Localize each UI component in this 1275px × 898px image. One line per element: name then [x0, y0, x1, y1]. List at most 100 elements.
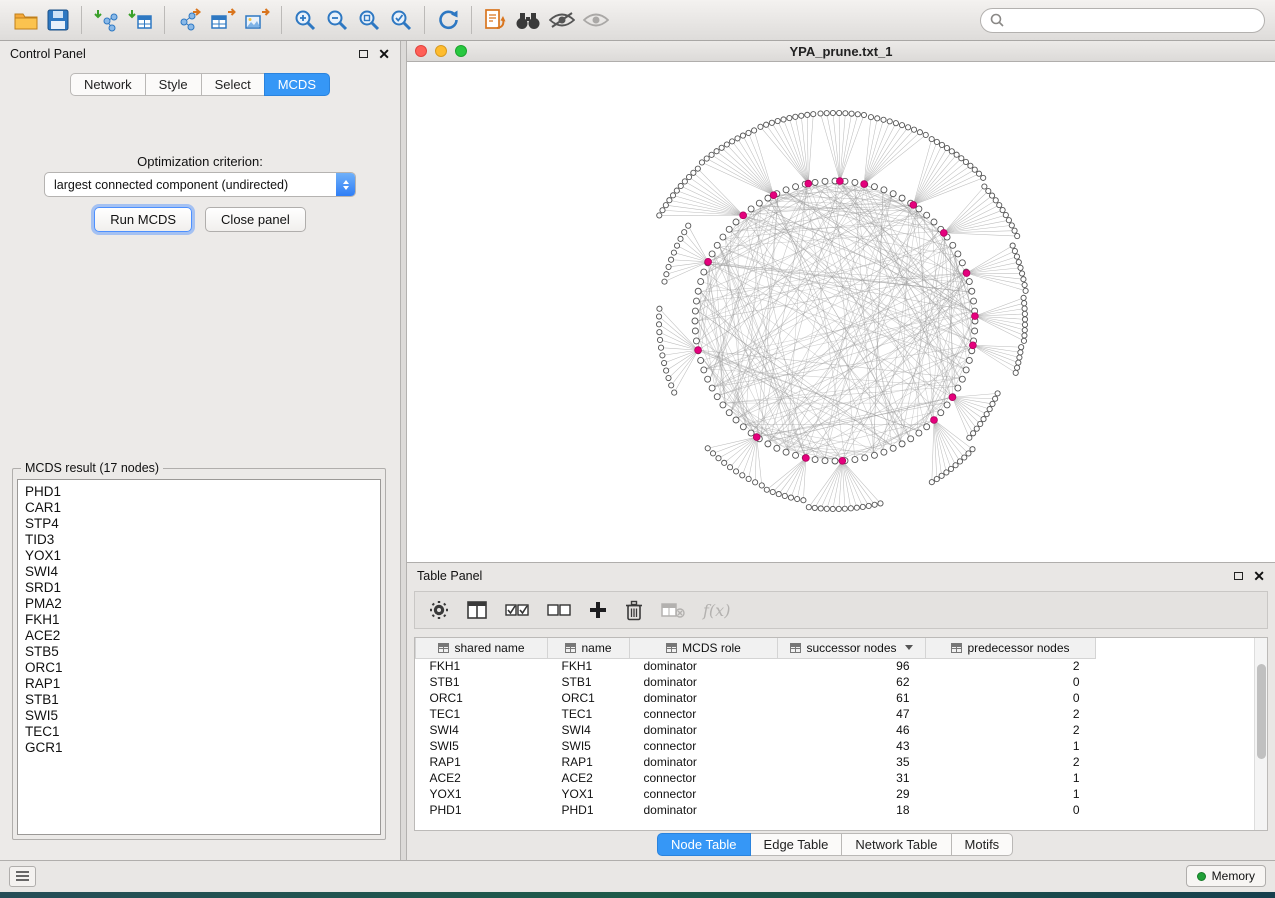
- mcds-result-item[interactable]: SRD1: [25, 580, 380, 596]
- graph-node[interactable]: [899, 123, 904, 128]
- graph-node[interactable]: [959, 260, 965, 266]
- graph-node[interactable]: [799, 113, 804, 118]
- graph-node[interactable]: [764, 122, 769, 127]
- table-cell[interactable]: 2: [926, 722, 1096, 738]
- graph-node[interactable]: [657, 213, 662, 218]
- mcds-result-item[interactable]: STB1: [25, 692, 380, 708]
- tab-network[interactable]: Network: [70, 73, 146, 96]
- graph-edge[interactable]: [833, 461, 843, 509]
- graph-node[interactable]: [657, 337, 662, 342]
- column-menu-arrow-icon[interactable]: [905, 645, 913, 650]
- table-cell[interactable]: PHD1: [416, 802, 548, 818]
- mcds-result-item[interactable]: FKH1: [25, 612, 380, 628]
- graph-node[interactable]: [661, 360, 666, 365]
- graph-edge[interactable]: [952, 397, 976, 428]
- graph-node[interactable]: [986, 188, 991, 193]
- graph-node[interactable]: [981, 417, 986, 422]
- graph-node[interactable]: [735, 136, 740, 141]
- graph-node[interactable]: [995, 391, 1000, 396]
- graph-edge[interactable]: [967, 262, 1019, 273]
- graph-node[interactable]: [905, 125, 910, 130]
- import-table-button[interactable]: [123, 3, 157, 37]
- window-close-icon[interactable]: [415, 45, 427, 57]
- graph-node[interactable]: [748, 206, 754, 212]
- graph-node[interactable]: [710, 451, 715, 456]
- graph-node[interactable]: [812, 179, 818, 185]
- graph-node[interactable]: [716, 456, 721, 461]
- graph-node[interactable]: [660, 208, 665, 213]
- graph-node[interactable]: [709, 251, 715, 257]
- graph-edge[interactable]: [769, 231, 938, 441]
- mcds-hub-node[interactable]: [861, 181, 868, 188]
- graph-node[interactable]: [939, 473, 944, 478]
- delete-column-button[interactable]: [625, 600, 643, 621]
- graph-node[interactable]: [957, 459, 962, 464]
- graph-node[interactable]: [997, 203, 1002, 208]
- export-image-button[interactable]: [240, 3, 274, 37]
- graph-node[interactable]: [976, 171, 981, 176]
- graph-edge[interactable]: [864, 117, 871, 184]
- graph-node[interactable]: [1022, 328, 1027, 333]
- graph-node[interactable]: [805, 112, 810, 117]
- graph-node[interactable]: [959, 156, 964, 161]
- mcds-hub-node[interactable]: [836, 178, 843, 185]
- graph-edge[interactable]: [842, 461, 880, 504]
- table-cell[interactable]: PHD1: [548, 802, 630, 818]
- graph-edge[interactable]: [827, 461, 843, 509]
- graph-node[interactable]: [1012, 248, 1017, 253]
- graph-node[interactable]: [781, 117, 786, 122]
- tab-node-table[interactable]: Node Table: [657, 833, 751, 856]
- graph-node[interactable]: [934, 476, 939, 481]
- import-network-button[interactable]: [89, 3, 123, 37]
- graph-node[interactable]: [916, 430, 922, 436]
- graph-edge[interactable]: [840, 115, 864, 181]
- graph-node[interactable]: [824, 506, 829, 511]
- mcds-hub-node[interactable]: [839, 457, 846, 464]
- graph-node[interactable]: [806, 505, 811, 510]
- mcds-hub-node[interactable]: [802, 455, 809, 462]
- graph-node[interactable]: [669, 383, 674, 388]
- graph-node[interactable]: [924, 424, 930, 430]
- table-cell[interactable]: dominator: [630, 690, 778, 706]
- graph-node[interactable]: [862, 455, 868, 461]
- graph-node[interactable]: [982, 184, 987, 189]
- graph-node[interactable]: [726, 410, 732, 416]
- graph-node[interactable]: [719, 145, 724, 150]
- mcds-hub-node[interactable]: [753, 434, 760, 441]
- graph-node[interactable]: [916, 206, 922, 212]
- graph-node[interactable]: [662, 279, 667, 284]
- graph-node[interactable]: [908, 436, 914, 442]
- graph-edge[interactable]: [662, 350, 698, 355]
- graph-node[interactable]: [740, 473, 745, 478]
- graph-node[interactable]: [1019, 271, 1024, 276]
- table-cell[interactable]: ORC1: [416, 690, 548, 706]
- graph-edge[interactable]: [666, 205, 743, 215]
- graph-node[interactable]: [953, 463, 958, 468]
- graph-edge[interactable]: [766, 125, 808, 184]
- graph-edge[interactable]: [699, 247, 950, 302]
- graph-node[interactable]: [1023, 288, 1028, 293]
- graph-edge[interactable]: [671, 260, 708, 262]
- graph-node[interactable]: [990, 401, 995, 406]
- table-cell[interactable]: ACE2: [548, 770, 630, 786]
- graph-node[interactable]: [692, 308, 698, 314]
- graph-node[interactable]: [753, 480, 758, 485]
- show-graphics-details-button[interactable]: [579, 3, 613, 37]
- search-network-button[interactable]: [511, 3, 545, 37]
- graph-node[interactable]: [674, 188, 679, 193]
- graph-node[interactable]: [875, 116, 880, 121]
- graph-edge[interactable]: [975, 316, 1025, 330]
- graph-node[interactable]: [955, 385, 961, 391]
- refresh-view-button[interactable]: [432, 3, 464, 37]
- graph-node[interactable]: [890, 445, 896, 451]
- graph-node[interactable]: [691, 170, 696, 175]
- graph-edge[interactable]: [745, 217, 955, 255]
- table-cell[interactable]: SWI5: [416, 738, 548, 754]
- graph-node[interactable]: [971, 298, 977, 304]
- graph-node[interactable]: [664, 368, 669, 373]
- graph-edge[interactable]: [698, 169, 743, 216]
- export-table-button[interactable]: [206, 3, 240, 37]
- graph-node[interactable]: [664, 272, 669, 277]
- graph-node[interactable]: [701, 367, 707, 373]
- graph-node[interactable]: [830, 110, 835, 115]
